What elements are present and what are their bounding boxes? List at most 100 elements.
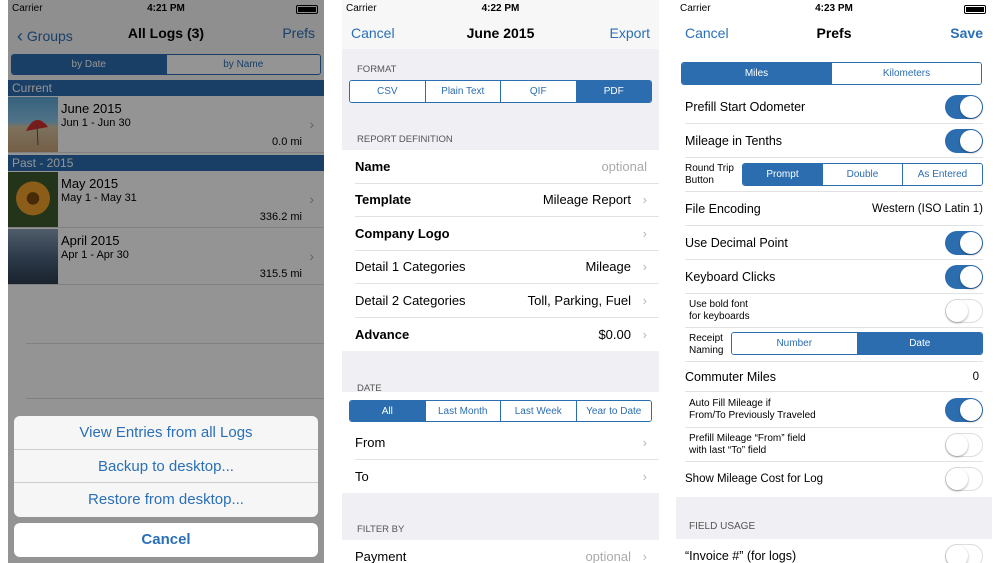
date-year-to-date[interactable]: Year to Date — [575, 401, 651, 421]
view-all-entries-button[interactable]: View Entries from all Logs — [14, 416, 318, 450]
format-plain-text[interactable]: Plain Text — [424, 81, 500, 102]
show-cost-label: Show Mileage Cost for Log — [685, 473, 824, 485]
prefill-from-row: Prefill Mileage “From” field with last “T… — [685, 428, 983, 462]
keyboard-clicks-label: Keyboard Clicks — [685, 269, 776, 284]
advance-row[interactable]: Advance $0.00 › — [355, 318, 659, 352]
company-logo-label: Company Logo — [355, 225, 450, 241]
format-qif[interactable]: QIF — [500, 81, 576, 102]
status-bar: Carrier 4:23 PM — [676, 0, 992, 17]
chevron-right-icon: › — [642, 225, 647, 241]
commuter-miles-label: Commuter Miles — [685, 369, 776, 384]
receipt-naming-label-line2: Naming — [689, 344, 724, 356]
receipt-naming-label-line1: Receipt — [689, 332, 723, 344]
toggle-knob — [960, 231, 982, 254]
backup-button[interactable]: Backup to desktop... — [14, 450, 318, 484]
from-row[interactable]: From › — [355, 426, 659, 460]
prefs-screen: Carrier 4:23 PM Cancel Prefs Save Miles … — [676, 0, 992, 563]
export-button[interactable]: Export — [610, 25, 650, 41]
prefill-from-label-line2: with last “To” field — [689, 444, 767, 456]
nav-bar: Cancel Prefs Save — [676, 17, 992, 49]
show-cost-row: Show Mileage Cost for Log — [685, 462, 983, 496]
commuter-miles-row[interactable]: Commuter Miles 0 — [685, 362, 983, 392]
detail1-label: Detail 1 Categories — [355, 259, 466, 275]
mileage-in-tenths-label: Mileage in Tenths — [685, 133, 783, 148]
detail1-row[interactable]: Detail 1 Categories Mileage › — [355, 251, 659, 284]
date-last-week[interactable]: Last Week — [500, 401, 576, 421]
chevron-right-icon: › — [642, 259, 647, 275]
bold-font-toggle[interactable] — [945, 298, 983, 323]
toggle-knob — [946, 468, 968, 490]
date-last-month[interactable]: Last Month — [424, 401, 500, 421]
chevron-right-icon: › — [642, 549, 647, 563]
receipt-naming-label: Receipt Naming — [685, 333, 723, 357]
status-bar: Carrier 4:22 PM — [342, 0, 659, 17]
prefill-from-label: Prefill Mileage “From” field with last “T… — [685, 433, 806, 457]
mileage-in-tenths-toggle[interactable] — [945, 128, 983, 153]
action-sheet: View Entries from all Logs Backup to des… — [14, 416, 318, 517]
invoice-toggle[interactable] — [945, 544, 983, 563]
units-miles[interactable]: Miles — [682, 63, 831, 84]
restore-button[interactable]: Restore from desktop... — [14, 483, 318, 517]
units-segment: Miles Kilometers — [681, 62, 982, 85]
prefill-start-odometer-row: Prefill Start Odometer — [685, 90, 983, 124]
toggle-knob — [960, 265, 982, 288]
payment-value: optional — [585, 549, 631, 563]
format-csv[interactable]: CSV — [350, 81, 425, 102]
bold-font-label-line1: Use bold font — [689, 298, 748, 310]
auto-fill-label-line2: From/To Previously Traveled — [689, 409, 816, 421]
detail2-value: Toll, Parking, Fuel — [527, 292, 631, 308]
status-time: 4:23 PM — [815, 3, 853, 14]
bold-font-row: Use bold font for keyboards — [685, 294, 983, 328]
template-value: Mileage Report — [542, 192, 631, 208]
prefill-from-toggle[interactable] — [945, 432, 983, 457]
status-time: 4:22 PM — [481, 3, 520, 14]
field-usage-band: FIELD USAGE — [676, 497, 992, 539]
round-trip-prompt[interactable]: Prompt — [743, 164, 822, 185]
field-usage-header: FIELD USAGE — [689, 521, 756, 532]
cancel-button[interactable]: Cancel — [14, 523, 318, 557]
chevron-right-icon: › — [642, 292, 647, 308]
keyboard-clicks-row: Keyboard Clicks — [685, 260, 983, 294]
toggle-knob — [960, 95, 982, 118]
receipt-naming-number[interactable]: Number — [732, 333, 857, 354]
bold-font-label-line2: for keyboards — [689, 310, 750, 322]
show-cost-toggle[interactable] — [945, 467, 983, 491]
template-row[interactable]: Template Mileage Report › — [355, 184, 659, 217]
toggle-knob — [946, 433, 968, 456]
from-label: From — [355, 434, 386, 450]
round-trip-label-line1: Round Trip — [685, 162, 734, 174]
report-definition-group: Name optional Template Mileage Report › Com… — [342, 150, 659, 351]
format-segment: CSV Plain Text QIF PDF — [349, 80, 652, 103]
name-row[interactable]: Name optional — [355, 150, 659, 184]
mileage-in-tenths-row: Mileage in Tenths — [685, 124, 983, 158]
auto-fill-toggle[interactable] — [945, 397, 983, 422]
toggle-knob — [946, 545, 968, 563]
prefill-start-odometer-toggle[interactable] — [945, 94, 983, 119]
detail2-row[interactable]: Detail 2 Categories Toll, Parking, Fuel › — [355, 284, 659, 318]
save-button[interactable]: Save — [950, 25, 983, 41]
to-label: To — [355, 468, 369, 484]
logs-screen: Carrier 4:21 PM ‹ Groups All Logs (3) Pr… — [8, 0, 324, 563]
company-logo-row[interactable]: Company Logo › — [355, 217, 659, 251]
receipt-naming-date[interactable]: Date — [856, 333, 982, 354]
file-encoding-label: File Encoding — [685, 201, 761, 216]
format-pdf[interactable]: PDF — [575, 81, 651, 102]
toggle-knob — [960, 129, 982, 152]
keyboard-clicks-toggle[interactable] — [945, 264, 983, 289]
payment-label: Payment — [355, 549, 407, 563]
use-decimal-point-toggle[interactable] — [945, 230, 983, 255]
detail1-value: Mileage — [585, 259, 631, 275]
invoice-row: “Invoice #” (for logs) — [685, 539, 983, 563]
invoice-label: “Invoice #” (for logs) — [685, 549, 797, 563]
round-trip-as-entered[interactable]: As Entered — [902, 164, 982, 185]
file-encoding-row[interactable]: File Encoding Western (ISO Latin 1) — [685, 192, 983, 226]
use-decimal-point-label: Use Decimal Point — [685, 235, 788, 250]
round-trip-double[interactable]: Double — [822, 164, 902, 185]
date-all[interactable]: All — [350, 401, 425, 421]
date-segment: All Last Month Last Week Year to Date — [349, 400, 652, 422]
auto-fill-label-line1: Auto Fill Mileage if — [689, 397, 771, 409]
units-kilometers[interactable]: Kilometers — [831, 63, 981, 84]
payment-row[interactable]: Payment optional › — [355, 540, 659, 563]
to-row[interactable]: To › — [355, 460, 659, 494]
name-label: Name — [355, 158, 391, 174]
